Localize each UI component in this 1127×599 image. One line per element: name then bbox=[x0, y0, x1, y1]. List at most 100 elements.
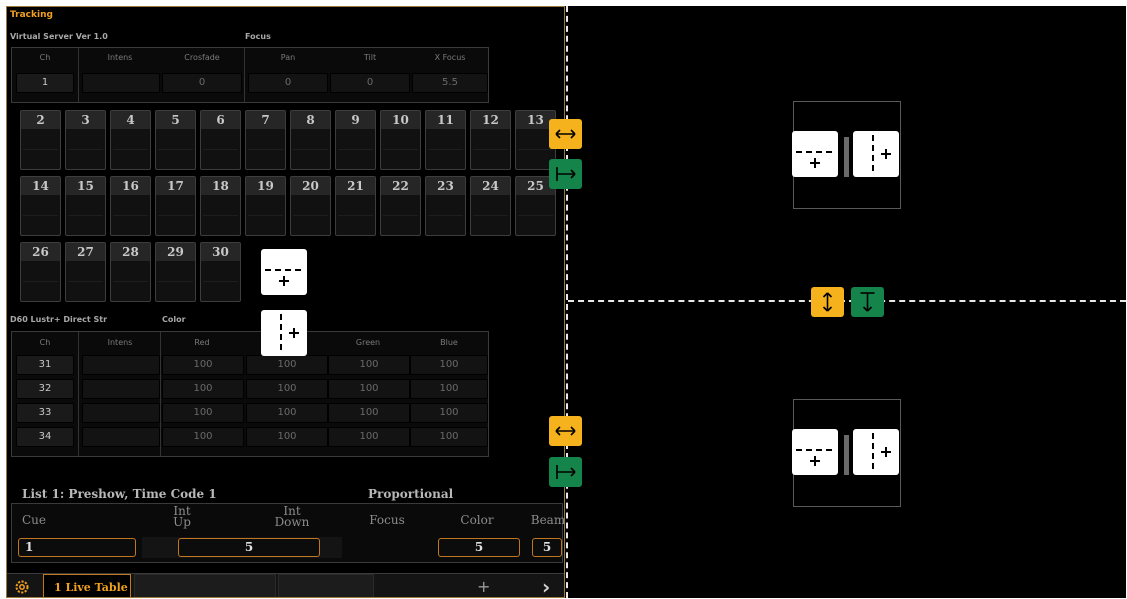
blue-cell[interactable]: 100 bbox=[410, 403, 488, 423]
split-horizontal-icon[interactable] bbox=[792, 429, 838, 475]
color-cell[interactable]: 100 bbox=[246, 379, 328, 399]
tab-inactive[interactable] bbox=[278, 574, 374, 597]
col-header-intens: Intens bbox=[107, 338, 133, 347]
green-cell[interactable]: 100 bbox=[328, 403, 410, 423]
intens-cell[interactable] bbox=[82, 355, 160, 375]
split-horizontal-icon[interactable] bbox=[261, 249, 307, 295]
channel-number: 14 bbox=[21, 177, 60, 195]
tab-inactive[interactable] bbox=[134, 574, 276, 597]
channel-number: 22 bbox=[381, 177, 420, 195]
fixture-2-panel: Ch Intens Red Green Blue 31 100 100 100 100 3… bbox=[11, 331, 489, 457]
channel-number: 23 bbox=[426, 177, 465, 195]
channel-cell[interactable]: 31 bbox=[16, 355, 74, 375]
split-horizontal-icon[interactable] bbox=[792, 131, 838, 177]
channel-cell[interactable]: 34 bbox=[16, 427, 74, 447]
channel-tile[interactable]: 10 bbox=[380, 110, 421, 170]
arrow-to-right-icon[interactable] bbox=[549, 159, 582, 189]
pan-cell[interactable]: 0 bbox=[248, 73, 328, 93]
channel-tile[interactable]: 11 bbox=[425, 110, 466, 170]
channel-tile[interactable]: 17 bbox=[155, 176, 196, 236]
color-time-field[interactable]: 5 bbox=[438, 538, 520, 557]
tab-bar: 1 Live Table + › bbox=[7, 573, 564, 597]
blue-cell[interactable]: 100 bbox=[410, 427, 488, 447]
tab-live-table[interactable]: 1 Live Table bbox=[43, 574, 131, 597]
blue-cell[interactable]: 100 bbox=[410, 379, 488, 399]
intens-cell[interactable] bbox=[82, 403, 160, 423]
channel-tile[interactable]: 16 bbox=[110, 176, 151, 236]
channel-number: 26 bbox=[21, 243, 60, 261]
horizontal-split-divider[interactable] bbox=[568, 300, 1126, 302]
color-cell[interactable]: 100 bbox=[246, 355, 328, 375]
channel-tile[interactable]: 30 bbox=[200, 242, 241, 302]
channel-cell[interactable]: 33 bbox=[16, 403, 74, 423]
channel-tile[interactable]: 28 bbox=[110, 242, 151, 302]
tilt-cell[interactable]: 0 bbox=[330, 73, 410, 93]
channel-tile[interactable]: 29 bbox=[155, 242, 196, 302]
channel-tile[interactable]: 7 bbox=[245, 110, 286, 170]
channel-number: 30 bbox=[201, 243, 240, 261]
color-cell[interactable]: 100 bbox=[246, 427, 328, 447]
split-vertical-icon[interactable] bbox=[853, 429, 899, 475]
channel-tile[interactable]: 19 bbox=[245, 176, 286, 236]
arrow-left-right-icon[interactable] bbox=[549, 119, 582, 149]
channel-number: 29 bbox=[156, 243, 195, 261]
crosfade-cell[interactable]: 0 bbox=[162, 73, 242, 93]
gear-icon[interactable] bbox=[13, 578, 31, 596]
vertical-split-divider[interactable] bbox=[566, 6, 568, 598]
red-cell[interactable]: 100 bbox=[162, 403, 244, 423]
channel-tile[interactable]: 26 bbox=[20, 242, 61, 302]
channel-tile[interactable]: 12 bbox=[470, 110, 511, 170]
split-vertical-icon[interactable] bbox=[853, 131, 899, 177]
channel-cell[interactable]: 1 bbox=[16, 73, 74, 93]
arrow-to-right-icon[interactable] bbox=[549, 457, 582, 487]
red-cell[interactable]: 100 bbox=[162, 355, 244, 375]
green-cell[interactable]: 100 bbox=[328, 379, 410, 399]
int-down-header: Int Down bbox=[267, 504, 317, 529]
blue-cell[interactable]: 100 bbox=[410, 355, 488, 375]
channel-tile[interactable]: 14 bbox=[20, 176, 61, 236]
channel-tile[interactable]: 21 bbox=[335, 176, 376, 236]
channel-tile[interactable]: 27 bbox=[65, 242, 106, 302]
channel-tile[interactable]: 18 bbox=[200, 176, 241, 236]
channel-tile[interactable]: 6 bbox=[200, 110, 241, 170]
intens-cell[interactable] bbox=[82, 427, 160, 447]
split-vertical-icon[interactable] bbox=[261, 310, 307, 356]
channel-tile[interactable]: 2 bbox=[20, 110, 61, 170]
channel-tile[interactable]: 9 bbox=[335, 110, 376, 170]
channel-tile[interactable]: 5 bbox=[155, 110, 196, 170]
int-up-down-field[interactable]: 5 bbox=[178, 538, 320, 557]
intens-cell[interactable] bbox=[82, 379, 160, 399]
red-cell[interactable]: 100 bbox=[162, 379, 244, 399]
channel-tile[interactable]: 22 bbox=[380, 176, 421, 236]
cue-number-field[interactable]: 1 bbox=[18, 538, 136, 557]
next-tab-button[interactable]: › bbox=[542, 575, 550, 597]
channel-tile[interactable]: 23 bbox=[425, 176, 466, 236]
channel-number: 21 bbox=[336, 177, 375, 195]
beam-time-field[interactable]: 5 bbox=[532, 538, 562, 557]
channel-tile[interactable]: 24 bbox=[470, 176, 511, 236]
live-table-pane: Tracking Virtual Server Ver 1.0 Focus Ch… bbox=[6, 6, 565, 598]
pane-title: Tracking bbox=[10, 10, 53, 20]
int-up-header: Int Up bbox=[162, 505, 202, 528]
add-tab-button[interactable]: + bbox=[477, 577, 490, 596]
channel-tile[interactable]: 15 bbox=[65, 176, 106, 236]
section-label-color: Color bbox=[162, 315, 186, 324]
arrow-to-bottom-icon[interactable] bbox=[851, 287, 884, 317]
green-cell[interactable]: 100 bbox=[328, 427, 410, 447]
section-label-focus: Focus bbox=[245, 32, 271, 41]
channel-cell[interactable]: 32 bbox=[16, 379, 74, 399]
color-cell[interactable]: 100 bbox=[246, 403, 328, 423]
int-down-label: Int Down bbox=[274, 504, 310, 529]
channel-tile[interactable]: 4 bbox=[110, 110, 151, 170]
x-focus-cell[interactable]: 5.5 bbox=[412, 73, 488, 93]
channel-tile[interactable]: 3 bbox=[65, 110, 106, 170]
channel-tile[interactable]: 20 bbox=[290, 176, 331, 236]
arrow-up-down-icon[interactable] bbox=[811, 287, 844, 317]
cue-header: Cue bbox=[22, 513, 47, 527]
intens-cell[interactable] bbox=[82, 73, 160, 93]
green-cell[interactable]: 100 bbox=[328, 355, 410, 375]
channel-number: 18 bbox=[201, 177, 240, 195]
arrow-left-right-icon[interactable] bbox=[549, 416, 582, 446]
channel-tile[interactable]: 8 bbox=[290, 110, 331, 170]
red-cell[interactable]: 100 bbox=[162, 427, 244, 447]
